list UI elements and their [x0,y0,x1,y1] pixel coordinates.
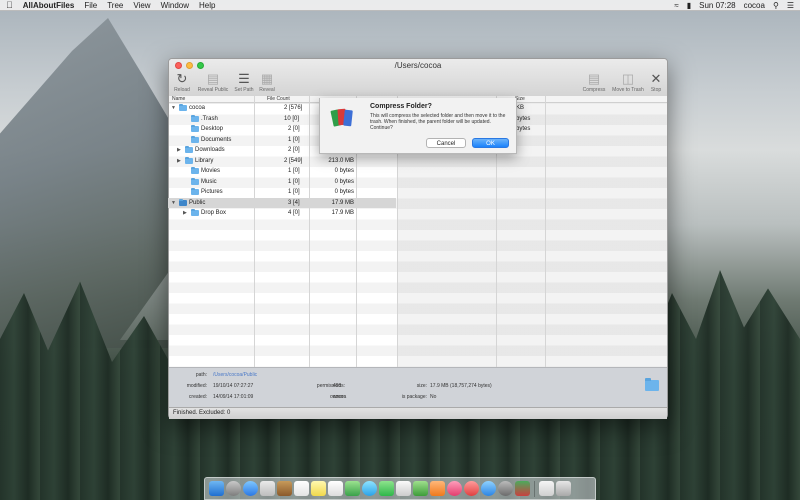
info-modified-value: 19/10/14 07:27:27 [213,383,254,389]
info-package-label: is package: [401,394,427,400]
dialog-title: Compress Folder? [370,103,432,110]
finder-icon[interactable] [209,481,224,496]
photos-icon[interactable] [396,481,411,496]
maps-icon[interactable] [345,481,360,496]
info-created-label: created: [188,394,207,400]
wifi-icon[interactable]: ≈ [674,1,678,10]
disclosure-closed-icon[interactable]: ▶ [183,208,189,219]
toolbar: ↻ Reload ▤ Reveal Public ☰ Set Path ▦ Re… [169,71,667,97]
info-modified-label: modified: [186,383,207,389]
menu-clock[interactable]: Sun 07:28 [699,1,735,10]
folder-icon [191,135,199,143]
move-to-trash-button[interactable]: ◫ Move to Trash [611,71,645,93]
search-icon[interactable]: ⚲ [773,1,779,10]
column-file-count[interactable]: File Count [267,96,290,102]
info-size-value: 17.9 MB (18,757,274 bytes) [430,383,492,389]
compress-dialog: Compress Folder? This will compress the … [319,98,517,154]
info-package-value: No [430,394,437,400]
trash-icon: ◫ [621,71,635,86]
cancel-button[interactable]: Cancel [426,138,466,148]
finder-icon: ▦ [260,71,274,86]
mail-icon[interactable] [260,481,275,496]
safari-icon[interactable] [243,481,258,496]
menu-tree[interactable]: Tree [107,1,123,10]
battery-icon[interactable]: ▮ [687,1,691,10]
ok-button[interactable]: OK [472,138,509,148]
disclosure-open-icon[interactable]: ▼ [171,103,177,114]
list-icon[interactable]: ☰ [787,1,794,10]
folder-icon [191,209,199,217]
disclosure-open-icon[interactable]: ▼ [171,198,177,209]
menu-window[interactable]: Window [161,1,189,10]
menu-user[interactable]: cocoa [744,1,765,10]
tree-row-library[interactable]: ▶ Library 2 [549] 213.0 MB [168,156,668,167]
info-path-value[interactable]: /Users/cocoa/Public [213,372,257,378]
tree-row-drop-box[interactable]: ▶ Drop Box 4 [0] 17.9 MB [168,208,668,219]
apple-icon[interactable]:  [6,0,13,10]
menu-app-name[interactable]: AllAboutFiles [23,1,75,10]
info-owner-value: cocoa [333,394,347,400]
folder-icon [191,188,199,196]
folder-icon [191,167,199,175]
disclosure-closed-icon[interactable]: ▶ [177,156,183,167]
calendar-icon[interactable] [294,481,309,496]
reload-button[interactable]: ↻ Reload [172,71,192,93]
info-panel: path: /Users/cocoa/Public modified: 19/1… [169,367,667,407]
pages-icon[interactable] [430,481,445,496]
folder-icon [179,198,187,206]
reveal-button[interactable]: ▦ Reveal [257,71,277,93]
system-preferences-icon[interactable] [498,481,513,496]
facetime-icon[interactable] [379,481,394,496]
folder-icon [191,177,199,185]
info-size-label: size: [416,383,427,389]
menu-file[interactable]: File [84,1,97,10]
folder-icon [179,104,187,112]
tree-row-music[interactable]: Music 1 [0] 0 bytes [168,177,668,188]
stop-button[interactable]: ✕ Stop [647,71,665,93]
contacts-icon[interactable] [277,481,292,496]
folder-icon[interactable] [645,378,659,391]
document-icon[interactable] [539,481,554,496]
app-store-icon[interactable] [481,481,496,496]
title-bar: /Users/cocoa ↻ Reload ▤ Reveal Public ☰ … [169,59,667,99]
ibooks-icon[interactable] [464,481,479,496]
folder-icon: ▤ [206,71,220,86]
tree-row-pictures[interactable]: Pictures 1 [0] 0 bytes [168,187,668,198]
dock-separator [534,480,535,497]
folder-icon [191,114,199,122]
tree-row-public[interactable]: ▼ Public 3 [4] 17.9 MB [168,197,396,209]
lines-icon: ☰ [238,71,250,86]
messages-icon[interactable] [362,481,377,496]
info-path-label: path: [195,372,207,378]
dialog-message: This will compress the selected folder a… [370,113,506,131]
allaboutfiles-icon[interactable] [515,481,530,496]
compress-button[interactable]: ▤ Compress [579,71,609,93]
menu-help[interactable]: Help [199,1,215,10]
disclosure-closed-icon[interactable]: ▶ [177,145,183,156]
info-permissions-value: 493 [333,383,342,389]
info-created-value: 14/09/14 17:01:09 [213,394,254,400]
numbers-icon[interactable] [413,481,428,496]
archive-app-icon [330,106,354,128]
column-name[interactable]: Name [172,96,185,102]
menu-view[interactable]: View [133,1,150,10]
folder-icon [191,125,199,133]
reveal-public-button[interactable]: ▤ Reveal Public [195,71,231,93]
tree-row-movies[interactable]: Movies 1 [0] 0 bytes [168,166,668,177]
folder-icon [185,146,193,154]
status-bar: Finished. Excluded: 0 [169,407,667,419]
set-path-button[interactable]: ☰ Set Path [233,71,255,93]
dock [204,477,596,500]
notes-icon[interactable] [311,481,326,496]
menu-bar:  AllAboutFiles File Tree View Window He… [0,0,800,11]
reminders-icon[interactable] [328,481,343,496]
launchpad-icon[interactable] [226,481,241,496]
stop-icon: ✕ [650,71,662,86]
window-title: /Users/cocoa [394,61,442,70]
reload-icon: ↻ [176,71,188,86]
itunes-icon[interactable] [447,481,462,496]
folder-icon [185,156,193,164]
compress-icon: ▤ [587,71,601,86]
trash-icon[interactable] [556,481,571,496]
